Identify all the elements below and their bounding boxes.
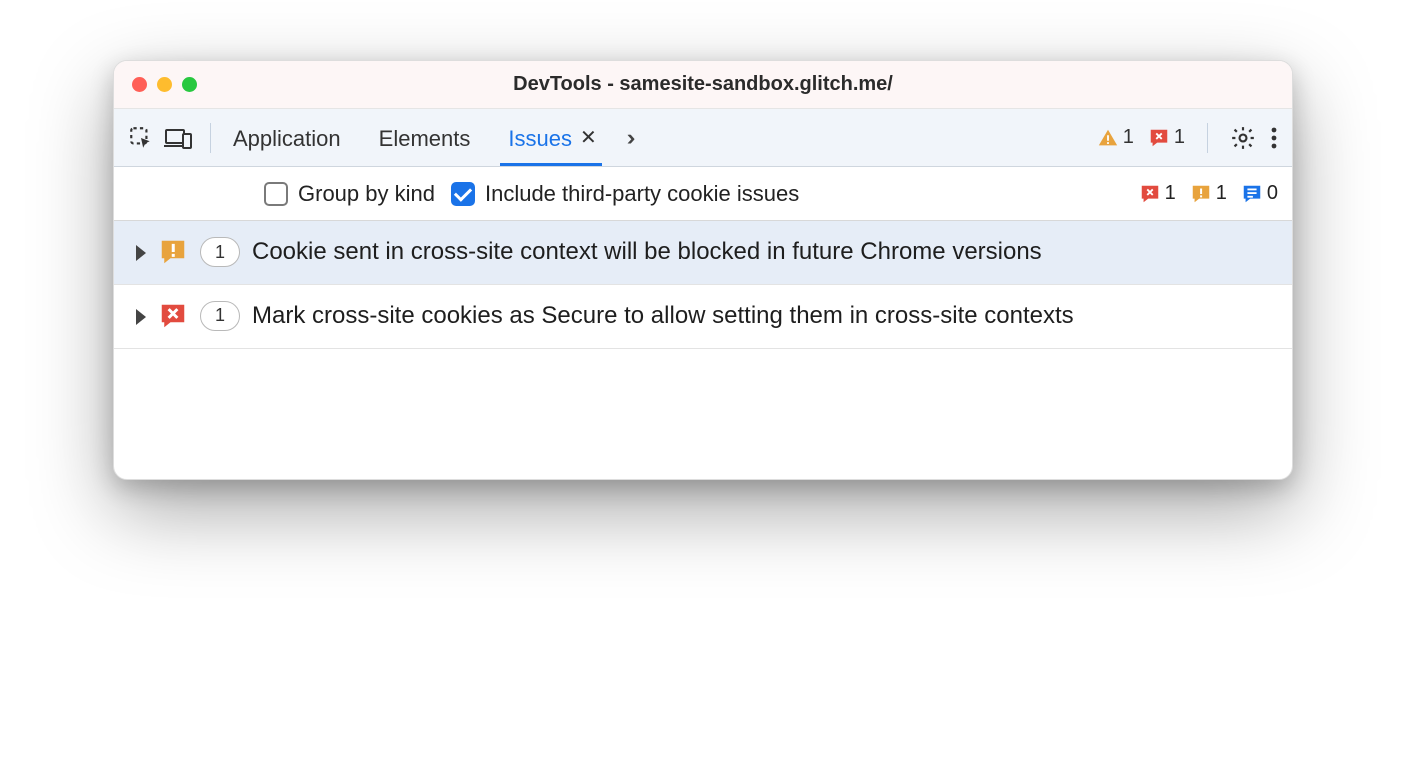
panel-tabs: Application Elements Issues ✕ ›› bbox=[229, 112, 1087, 164]
issue-title: Mark cross-site cookies as Secure to all… bbox=[252, 299, 1074, 334]
header-error-count[interactable]: 1 bbox=[1148, 126, 1185, 149]
inspect-element-icon[interactable] bbox=[128, 125, 154, 151]
issues-filter-bar: Group by kind Include third-party cookie… bbox=[114, 167, 1292, 221]
issue-row[interactable]: 1 Mark cross-site cookies as Secure to a… bbox=[114, 285, 1292, 349]
close-window-button[interactable] bbox=[132, 77, 147, 92]
device-toolbar-icon[interactable] bbox=[164, 126, 192, 150]
empty-space bbox=[114, 349, 1292, 479]
issue-title: Cookie sent in cross-site context will b… bbox=[252, 235, 1042, 270]
issue-count-badge: 1 bbox=[200, 301, 240, 331]
header-warning-value: 1 bbox=[1123, 126, 1134, 149]
warning-speech-icon bbox=[158, 237, 188, 267]
maximize-window-button[interactable] bbox=[182, 77, 197, 92]
close-tab-icon[interactable]: ✕ bbox=[580, 125, 597, 150]
issues-list: 1 Cookie sent in cross-site context will… bbox=[114, 221, 1292, 349]
tab-elements[interactable]: Elements bbox=[375, 112, 475, 164]
warnings-count-value: 1 bbox=[1216, 182, 1227, 205]
checkbox-checked-icon bbox=[451, 182, 475, 206]
separator bbox=[1207, 123, 1208, 153]
include-third-party-checkbox[interactable]: Include third-party cookie issues bbox=[451, 181, 799, 207]
errors-count[interactable]: 1 bbox=[1139, 182, 1176, 205]
devtools-window: DevTools - samesite-sandbox.glitch.me/ A… bbox=[113, 60, 1293, 480]
toolbar-right: 1 1 bbox=[1097, 123, 1278, 153]
main-toolbar: Application Elements Issues ✕ ›› 1 1 bbox=[114, 109, 1292, 167]
settings-icon[interactable] bbox=[1230, 125, 1256, 151]
kebab-menu-icon[interactable] bbox=[1270, 126, 1278, 150]
warnings-count[interactable]: 1 bbox=[1190, 182, 1227, 205]
tab-application[interactable]: Application bbox=[229, 112, 345, 164]
issue-count-badge: 1 bbox=[200, 237, 240, 267]
window-controls bbox=[114, 77, 197, 92]
checkbox-icon bbox=[264, 182, 288, 206]
tab-issues[interactable]: Issues bbox=[504, 112, 576, 164]
error-speech-icon bbox=[158, 301, 188, 331]
separator bbox=[210, 123, 211, 153]
group-by-kind-checkbox[interactable]: Group by kind bbox=[264, 181, 435, 207]
expand-icon[interactable] bbox=[136, 309, 146, 325]
more-tabs-icon[interactable]: ›› bbox=[627, 125, 630, 151]
issues-severity-counts: 1 1 0 bbox=[1125, 181, 1278, 207]
include-third-party-label: Include third-party cookie issues bbox=[485, 181, 799, 207]
info-count-value: 0 bbox=[1267, 182, 1278, 205]
window-title: DevTools - samesite-sandbox.glitch.me/ bbox=[114, 73, 1292, 96]
errors-count-value: 1 bbox=[1165, 182, 1176, 205]
header-warning-count[interactable]: 1 bbox=[1097, 126, 1134, 149]
header-error-value: 1 bbox=[1174, 126, 1185, 149]
info-count[interactable]: 0 bbox=[1241, 182, 1278, 205]
group-by-kind-label: Group by kind bbox=[298, 181, 435, 207]
minimize-window-button[interactable] bbox=[157, 77, 172, 92]
issue-row[interactable]: 1 Cookie sent in cross-site context will… bbox=[114, 221, 1292, 285]
titlebar: DevTools - samesite-sandbox.glitch.me/ bbox=[114, 61, 1292, 109]
expand-icon[interactable] bbox=[136, 245, 146, 261]
